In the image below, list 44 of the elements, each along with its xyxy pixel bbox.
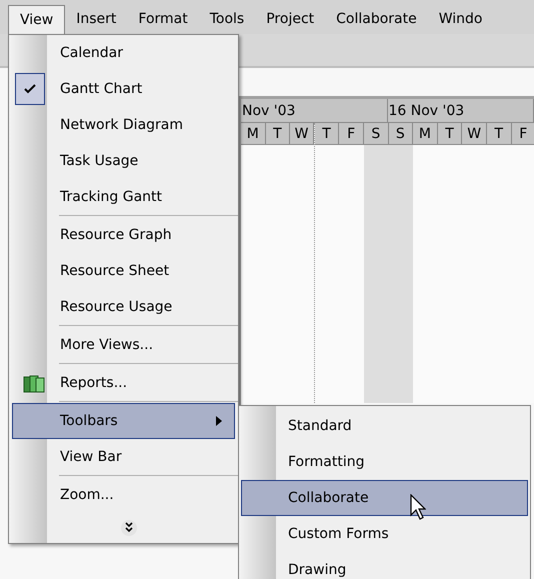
day-label: S (388, 123, 414, 145)
menu-bar-item[interactable]: Windo (428, 5, 494, 34)
menu-bar-item[interactable]: View (8, 5, 66, 34)
menu-item[interactable]: Reports... (12, 365, 235, 401)
day-label: W (462, 123, 487, 145)
day-label: W (290, 123, 314, 145)
expand-chevron-icon[interactable] (120, 520, 136, 536)
day-label: T (438, 123, 462, 145)
menu-item[interactable]: Custom Forms (241, 516, 528, 552)
menu-item[interactable]: Calendar (12, 35, 235, 71)
day-label: T (266, 123, 290, 145)
day-label: T (486, 123, 512, 145)
menu-item[interactable]: View Bar (12, 439, 235, 475)
menu-item[interactable]: Network Diagram (12, 107, 235, 143)
menu-item[interactable]: Task Usage (12, 143, 235, 179)
timescale-period: 16 Nov '03 (388, 99, 534, 122)
books-icon (23, 374, 45, 394)
menu-bar-item[interactable]: Project (255, 5, 326, 34)
day-label: S (364, 123, 389, 145)
menu-bar-item[interactable]: Tools (198, 5, 256, 34)
day-label: T (314, 123, 340, 145)
day-label: M (241, 123, 266, 145)
day-label: F (339, 123, 364, 145)
timescale-period: Nov '03 (241, 99, 388, 122)
menu-item[interactable]: Standard (241, 408, 528, 444)
menu-item[interactable]: Drawing (241, 552, 528, 579)
menu-item[interactable]: Gantt Chart (12, 71, 235, 107)
day-label: M (413, 123, 438, 145)
menu-item[interactable]: Toolbars (12, 403, 235, 439)
menu-bar-item[interactable]: Collaborate (325, 5, 428, 34)
menu-item[interactable]: Resource Usage (12, 289, 235, 325)
menu-item[interactable]: Collaborate (241, 480, 528, 516)
menu-item[interactable]: Formatting (241, 444, 528, 480)
menu-bar-item[interactable]: Format (127, 5, 199, 34)
check-icon (15, 73, 45, 105)
menu-item[interactable]: Zoom... (12, 477, 235, 513)
mouse-pointer-icon (410, 494, 426, 520)
menu-item[interactable]: Resource Graph (12, 217, 235, 253)
submenu-arrow-icon (216, 416, 222, 426)
menu-bar-item[interactable]: Insert (65, 5, 128, 34)
day-label: F (512, 123, 534, 145)
menu-item[interactable]: Tracking Gantt (12, 179, 235, 215)
menu-item[interactable]: More Views... (12, 327, 235, 363)
menu-item[interactable]: Resource Sheet (12, 253, 235, 289)
